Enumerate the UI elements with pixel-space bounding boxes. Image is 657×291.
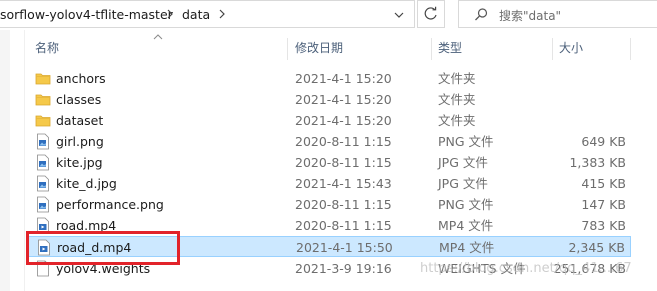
folder-icon (35, 112, 51, 129)
column-divider[interactable] (287, 38, 288, 60)
column-date[interactable]: 修改日期 (295, 36, 343, 60)
file-row[interactable]: kite.jpg 2020-8-11 1:15 JPG 文件 1,383 KB (26, 152, 631, 173)
address-bar[interactable]: sorflow-yolov4-tflite-master data (0, 0, 415, 28)
annotation-highlight (26, 231, 180, 265)
image-file-icon (35, 175, 51, 192)
toolbar: sorflow-yolov4-tflite-master data 搜索"dat… (0, 0, 657, 30)
column-size[interactable]: 大小 (559, 36, 583, 60)
image-file-icon (35, 196, 51, 213)
file-row[interactable]: performance.png 2020-8-11 1:15 PNG 文件 147 K… (26, 194, 631, 215)
file-date: 2020-8-11 1:15 (295, 134, 392, 149)
file-size: 783 KB (581, 218, 626, 233)
chevron-right-icon[interactable] (218, 8, 228, 22)
image-file-icon (35, 154, 51, 171)
file-type: 文件夹 (438, 92, 476, 107)
file-date: 2021-4-1 15:20 (295, 92, 392, 107)
chevron-right-icon[interactable] (166, 8, 176, 22)
file-size: 2,345 KB (568, 240, 625, 255)
file-name: performance.png (56, 197, 164, 212)
search-input[interactable]: 搜索"data" (499, 7, 561, 24)
chevron-down-icon[interactable] (388, 5, 410, 25)
file-date: 2021-4-1 15:43 (295, 176, 392, 191)
breadcrumb-parent[interactable]: sorflow-yolov4-tflite-master (0, 7, 173, 22)
file-name: kite_d.jpg (56, 176, 117, 191)
file-date: 2021-4-1 15:50 (296, 240, 393, 255)
file-size: 415 KB (581, 176, 626, 191)
file-name: kite.jpg (56, 155, 103, 170)
file-type: MP4 文件 (439, 240, 495, 255)
column-type[interactable]: 类型 (438, 36, 462, 60)
file-name: dataset (56, 113, 104, 128)
navigation-pane[interactable] (0, 30, 10, 291)
file-name: girl.png (56, 134, 104, 149)
search-icon (473, 7, 489, 26)
scrollbar[interactable] (631, 30, 657, 291)
column-name[interactable]: 名称 (35, 36, 59, 60)
file-type: MP4 文件 (438, 218, 494, 233)
file-row[interactable]: kite_d.jpg 2021-4-1 15:43 JPG 文件 415 KB (26, 173, 631, 194)
file-date: 2020-8-11 1:15 (295, 218, 392, 233)
file-row[interactable]: dataset 2021-4-1 15:20 文件夹 (26, 110, 631, 131)
file-size: 1,383 KB (569, 155, 626, 170)
refresh-icon (424, 6, 437, 20)
column-divider[interactable] (431, 38, 432, 60)
column-header: 名称 修改日期 类型 大小 (26, 34, 631, 60)
file-date: 2021-4-1 15:20 (295, 71, 392, 86)
file-date: 2021-3-9 19:16 (295, 261, 392, 276)
file-type: JPG 文件 (438, 176, 488, 191)
column-divider[interactable] (552, 38, 553, 60)
file-size: 649 KB (581, 134, 626, 149)
file-date: 2021-4-1 15:20 (295, 113, 392, 128)
refresh-button[interactable] (417, 0, 445, 28)
file-row[interactable]: girl.png 2020-8-11 1:15 PNG 文件 649 KB (26, 131, 631, 152)
image-file-icon (35, 133, 51, 150)
pane-divider[interactable] (24, 30, 25, 291)
sort-ascending-icon (153, 30, 163, 40)
folder-icon (35, 91, 51, 108)
file-type: PNG 文件 (438, 134, 494, 149)
file-size: 147 KB (581, 197, 626, 212)
file-name: classes (56, 92, 102, 107)
folder-icon (35, 70, 51, 87)
file-name: anchors (56, 71, 106, 86)
search-box[interactable]: 搜索"data" (458, 0, 657, 28)
watermark: https://blog.csdn.net/qq_41....67 (420, 261, 632, 276)
file-row[interactable]: classes 2021-4-1 15:20 文件夹 (26, 89, 631, 110)
file-type: JPG 文件 (438, 155, 488, 170)
breadcrumb-current[interactable]: data (182, 7, 210, 22)
file-date: 2020-8-11 1:15 (295, 197, 392, 212)
file-type: PNG 文件 (438, 197, 494, 212)
file-date: 2020-8-11 1:15 (295, 155, 392, 170)
file-type: 文件夹 (438, 113, 476, 128)
file-row[interactable]: anchors 2021-4-1 15:20 文件夹 (26, 68, 631, 89)
file-type: 文件夹 (438, 71, 476, 86)
